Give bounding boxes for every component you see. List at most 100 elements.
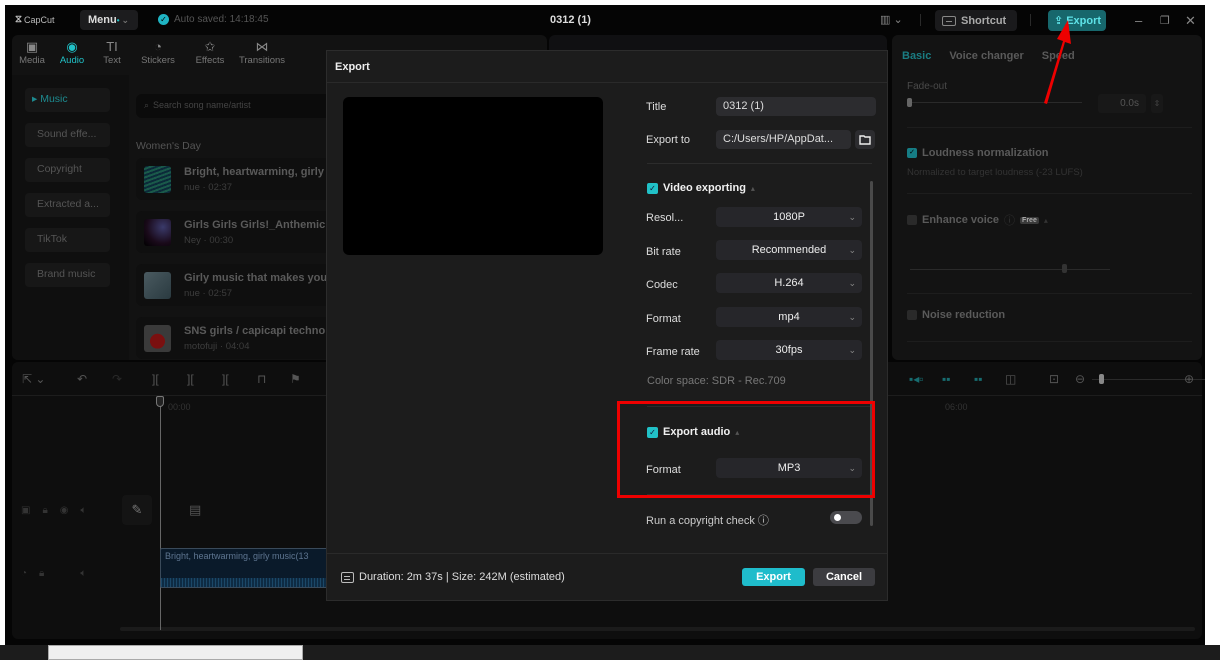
menu-button[interactable]: Menu• ⌄ xyxy=(80,10,138,30)
export-audio-checkbox[interactable]: ✓ Export audio ▴ xyxy=(647,426,739,438)
delete-icon[interactable]: ⊓ xyxy=(257,372,266,386)
tab-voice-changer[interactable]: Voice changer xyxy=(949,50,1023,62)
speaker-icon[interactable]: 🔈︎ xyxy=(80,568,86,579)
audio-track-controls: ◔ 🔒︎ 🔈︎ xyxy=(21,568,86,579)
category-brand-music[interactable]: Brand music xyxy=(25,263,110,287)
transitions-icon: ⋈ xyxy=(255,39,269,54)
preview-axis-icon[interactable]: ⊡ xyxy=(1049,372,1059,386)
lock-icon[interactable]: 🔒︎ xyxy=(39,568,44,579)
category-sound-effects[interactable]: Sound effe... xyxy=(25,123,110,147)
eye-icon[interactable]: ◉ xyxy=(60,505,69,516)
playhead[interactable] xyxy=(160,400,161,630)
category-copyright[interactable]: Copyright xyxy=(25,158,110,182)
tab-speed[interactable]: Speed xyxy=(1042,50,1075,62)
export-dialog: Export Title 0312 (1) Export to C:/Users… xyxy=(326,50,888,601)
export-button[interactable]: Export xyxy=(742,568,805,586)
export-button-top[interactable]: ⇪ Export xyxy=(1048,10,1106,31)
codec-select[interactable]: H.264 ⌄ xyxy=(716,273,862,293)
close-button[interactable]: ✕ xyxy=(1185,13,1196,29)
title-input[interactable]: 0312 (1) xyxy=(716,97,876,116)
dialog-scrollbar[interactable] xyxy=(870,181,873,526)
lock-icon[interactable]: 🔒︎ xyxy=(42,505,47,516)
layout-button[interactable]: ▥ ⌄ xyxy=(880,13,903,26)
tab-text[interactable]: TI Text xyxy=(92,35,132,75)
enhance-voice-slider[interactable] xyxy=(910,269,1110,270)
copyright-check-toggle[interactable] xyxy=(830,511,862,524)
tab-media[interactable]: ▣ Media xyxy=(12,35,52,75)
category-music[interactable]: ▸ Music xyxy=(25,88,110,112)
loudness-normalization-checkbox[interactable]: ✓ Loudness normalization xyxy=(907,147,1049,159)
audio-format-select[interactable]: MP3 ⌄ xyxy=(716,458,862,478)
link-left-icon[interactable]: ▪◂▫ xyxy=(909,372,924,386)
tab-effects[interactable]: ✩ Effects xyxy=(184,35,236,75)
timeline-scrollbar[interactable] xyxy=(120,627,1195,631)
export-to-label: Export to xyxy=(646,134,691,146)
video-format-select[interactable]: mp4 ⌄ xyxy=(716,307,862,327)
category-tiktok[interactable]: TikTok xyxy=(25,228,110,252)
trim-left-icon[interactable]: ][ xyxy=(187,372,194,386)
minimize-button[interactable]: – xyxy=(1135,13,1142,28)
browse-folder-button[interactable] xyxy=(855,130,875,149)
resolution-label: Resol... xyxy=(646,212,684,224)
tab-transitions[interactable]: ⋈ Transitions xyxy=(236,35,288,75)
undo-icon[interactable]: ↶ xyxy=(77,372,87,386)
fade-out-slider[interactable] xyxy=(907,102,1082,103)
stepper-icon[interactable]: ⇕ xyxy=(1151,94,1163,113)
caret-up-icon[interactable]: ▴ xyxy=(735,428,739,437)
capcut-logo-icon: ⧖ xyxy=(15,14,23,25)
checkbox-checked-icon: ✓ xyxy=(647,426,658,438)
edit-cover-button[interactable]: ✎ xyxy=(122,495,152,525)
song-item[interactable]: Girly music that makes you want to dance… xyxy=(136,264,336,306)
divider xyxy=(907,193,1192,194)
enhance-voice-slider-handle[interactable] xyxy=(1062,264,1067,273)
zoom-out-icon[interactable]: ⊖ xyxy=(1075,372,1085,386)
playhead-handle[interactable] xyxy=(156,396,164,407)
fade-out-label: Fade-out xyxy=(907,81,948,92)
divider xyxy=(1030,14,1031,26)
folder-icon xyxy=(859,135,871,145)
resolution-select[interactable]: 1080P ⌄ xyxy=(716,207,862,227)
properties-tabs: Basic Voice changer Speed xyxy=(902,50,1075,62)
split-screen-icon[interactable]: ◫ xyxy=(1005,372,1016,386)
video-exporting-checkbox[interactable]: ✓ Video exporting ▴ xyxy=(647,182,755,194)
tab-basic[interactable]: Basic xyxy=(902,50,931,62)
fade-out-slider-handle[interactable] xyxy=(907,98,912,107)
fade-out-value[interactable]: 0.0s xyxy=(1098,94,1146,113)
track-video-icon[interactable]: ▣ xyxy=(21,505,30,516)
caret-up-icon: ▴ xyxy=(1043,215,1048,225)
song-item[interactable]: SNS girls / capicapi techno Lofi motofuj… xyxy=(136,317,336,359)
taskbar-search-box[interactable] xyxy=(48,645,303,660)
music-search-input[interactable]: ⌕ Search song name/artist xyxy=(136,94,336,118)
tab-audio[interactable]: ◉ Audio xyxy=(52,35,92,75)
song-item[interactable]: Bright, heartwarming, girly music nue · … xyxy=(136,158,336,200)
frame-rate-select[interactable]: 30fps ⌄ xyxy=(716,340,862,360)
category-extracted-audio[interactable]: Extracted a... xyxy=(25,193,110,217)
audio-clip[interactable]: Bright, heartwarming, girly music(13 xyxy=(160,548,340,588)
bitrate-select[interactable]: Recommended ⌄ xyxy=(716,240,862,260)
zoom-in-icon[interactable]: ⊕ xyxy=(1184,372,1194,386)
zoom-slider-handle[interactable] xyxy=(1099,374,1104,384)
magnet-icon[interactable]: ▪▪ xyxy=(942,372,951,386)
enhance-voice-checkbox[interactable]: Enhance voice ⓘ Free ▴ xyxy=(907,212,1048,228)
tab-stickers[interactable]: ◔ Stickers xyxy=(132,35,184,75)
speaker-icon[interactable]: 🔈︎ xyxy=(81,505,87,516)
music-section-title: Women's Day xyxy=(136,140,201,152)
shortcut-button[interactable]: Shortcut xyxy=(935,10,1017,31)
cancel-button[interactable]: Cancel xyxy=(813,568,875,586)
redo-icon[interactable]: ↷ xyxy=(112,372,122,386)
split-icon[interactable]: ][ xyxy=(152,372,159,386)
noise-reduction-checkbox[interactable]: Noise reduction xyxy=(907,309,1005,321)
track-audio-icon[interactable]: ◔ xyxy=(21,568,27,579)
select-cursor-icon[interactable]: ⇱ ⌄ xyxy=(22,372,45,386)
ai-marker-icon[interactable]: ⚑ xyxy=(290,372,301,386)
link-icon[interactable]: ▪▪ xyxy=(974,372,983,386)
trim-right-icon[interactable]: ][ xyxy=(222,372,229,386)
maximize-button[interactable]: ❐ xyxy=(1160,14,1170,27)
export-path-input[interactable]: C:/Users/HP/AppDat... xyxy=(716,130,851,149)
project-title: 0312 (1) xyxy=(550,14,591,26)
caret-up-icon[interactable]: ▴ xyxy=(751,184,755,193)
export-summary: Duration: 2m 37s | Size: 242M (estimated… xyxy=(341,571,565,583)
title-bar: ⧖ CapCut Menu• ⌄ ✓ Auto saved: 14:18:45 0… xyxy=(5,5,1205,35)
song-item[interactable]: Girls Girls Girls!_Anthemic House Ney · … xyxy=(136,211,336,253)
help-icon[interactable]: ⓘ xyxy=(758,515,769,527)
